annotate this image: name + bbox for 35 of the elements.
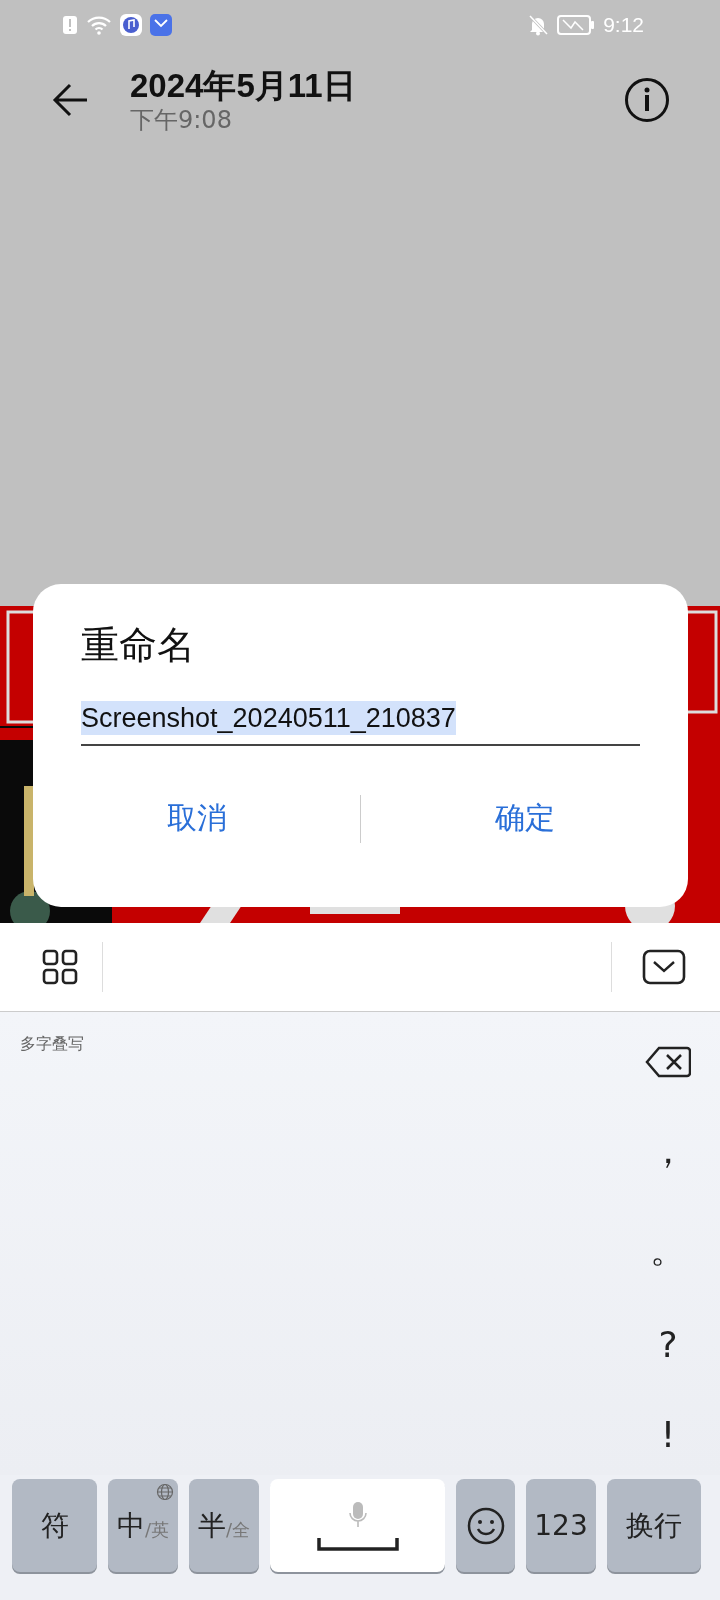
dialog-title: 重命名 xyxy=(81,622,195,669)
keyboard-key[interactable]: 123 xyxy=(526,1479,596,1572)
smiley-icon xyxy=(466,1506,505,1545)
globe-icon xyxy=(156,1483,174,1501)
backspace-icon[interactable] xyxy=(645,1046,691,1078)
microphone-icon xyxy=(347,1500,368,1529)
info-icon[interactable] xyxy=(624,77,670,123)
collapse-keyboard-icon[interactable] xyxy=(642,949,686,985)
toggle-key[interactable]: 半/全 xyxy=(189,1479,259,1572)
key-alt-label: /英 xyxy=(144,1517,170,1542)
punctuation-key[interactable]: ， xyxy=(642,1127,694,1177)
back-arrow-icon[interactable] xyxy=(52,81,90,119)
emoji-key[interactable] xyxy=(456,1479,515,1572)
grid-icon[interactable] xyxy=(42,949,78,985)
date-title: 2024年5月11日 xyxy=(130,66,357,106)
space-bar-icon xyxy=(316,1536,399,1551)
key-label: 中 xyxy=(116,1507,145,1544)
dialog-button[interactable]: 取消 xyxy=(33,790,360,847)
battery-charging-icon xyxy=(557,15,596,35)
wifi-icon xyxy=(86,15,112,35)
bell-off-icon xyxy=(527,14,550,36)
punctuation-key[interactable]: 。 xyxy=(642,1225,694,1275)
time-subtitle: 下午9:08 xyxy=(130,106,233,134)
toggle-key[interactable]: 中/英 xyxy=(108,1479,178,1572)
dialog-button[interactable]: 确定 xyxy=(361,790,688,847)
keyboard-key[interactable]: 换行 xyxy=(607,1479,701,1572)
alert-icon xyxy=(62,15,78,35)
keyboard-key[interactable]: 符 xyxy=(12,1479,97,1572)
handwriting-mode-label: 多字叠写 xyxy=(20,1034,84,1055)
punctuation-key[interactable]: ! xyxy=(652,1414,684,1455)
space-key[interactable] xyxy=(270,1479,445,1572)
key-label: 半 xyxy=(197,1507,226,1544)
punctuation-key[interactable]: ? xyxy=(650,1323,686,1365)
clock: 9:12 xyxy=(603,13,644,37)
key-alt-label: /全 xyxy=(225,1518,251,1542)
